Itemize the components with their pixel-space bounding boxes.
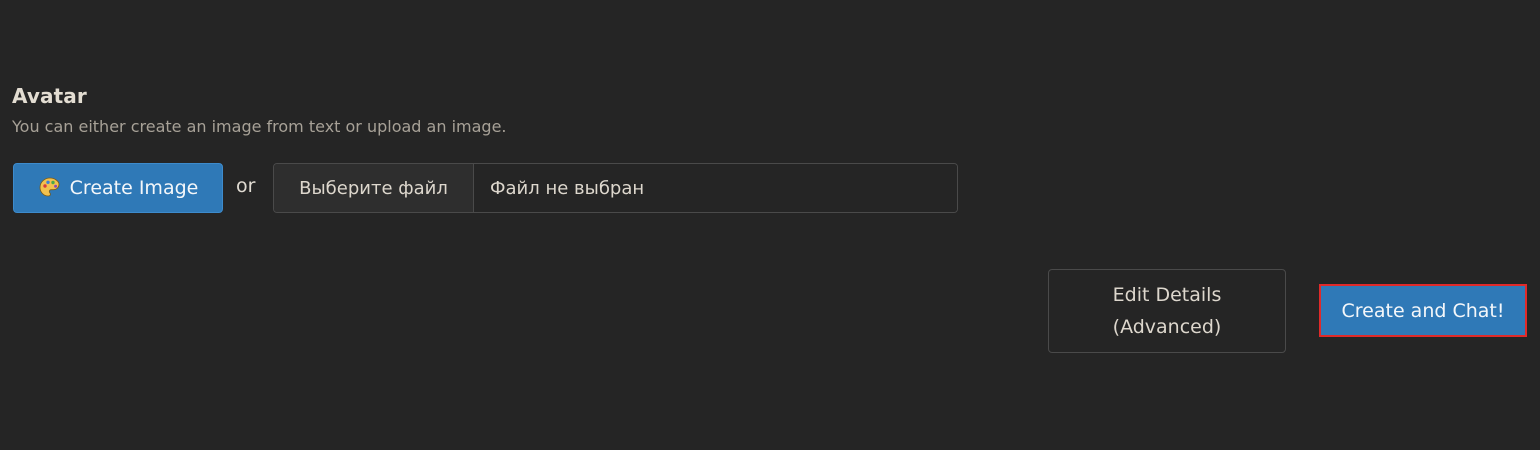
edit-details-advanced-label: (Advanced) — [1112, 316, 1222, 338]
edit-details-button[interactable]: Edit Details (Advanced) — [1048, 269, 1286, 353]
or-separator: or — [236, 175, 256, 197]
create-and-chat-button[interactable]: Create and Chat! — [1319, 284, 1527, 337]
file-status-text: Файл не выбран — [474, 164, 957, 212]
avatar-hint-text: You can either create an image from text… — [12, 117, 507, 136]
create-image-button[interactable]: Create Image — [13, 163, 223, 213]
avatar-heading: Avatar — [12, 84, 87, 108]
palette-icon — [38, 176, 62, 200]
edit-details-label: Edit Details — [1112, 284, 1222, 306]
choose-file-button[interactable]: Выберите файл — [274, 164, 474, 212]
avatar-form-page: Avatar You can either create an image fr… — [0, 0, 1540, 450]
avatar-file-input[interactable]: Выберите файл Файл не выбран — [273, 163, 958, 213]
create-image-label: Create Image — [69, 177, 199, 199]
